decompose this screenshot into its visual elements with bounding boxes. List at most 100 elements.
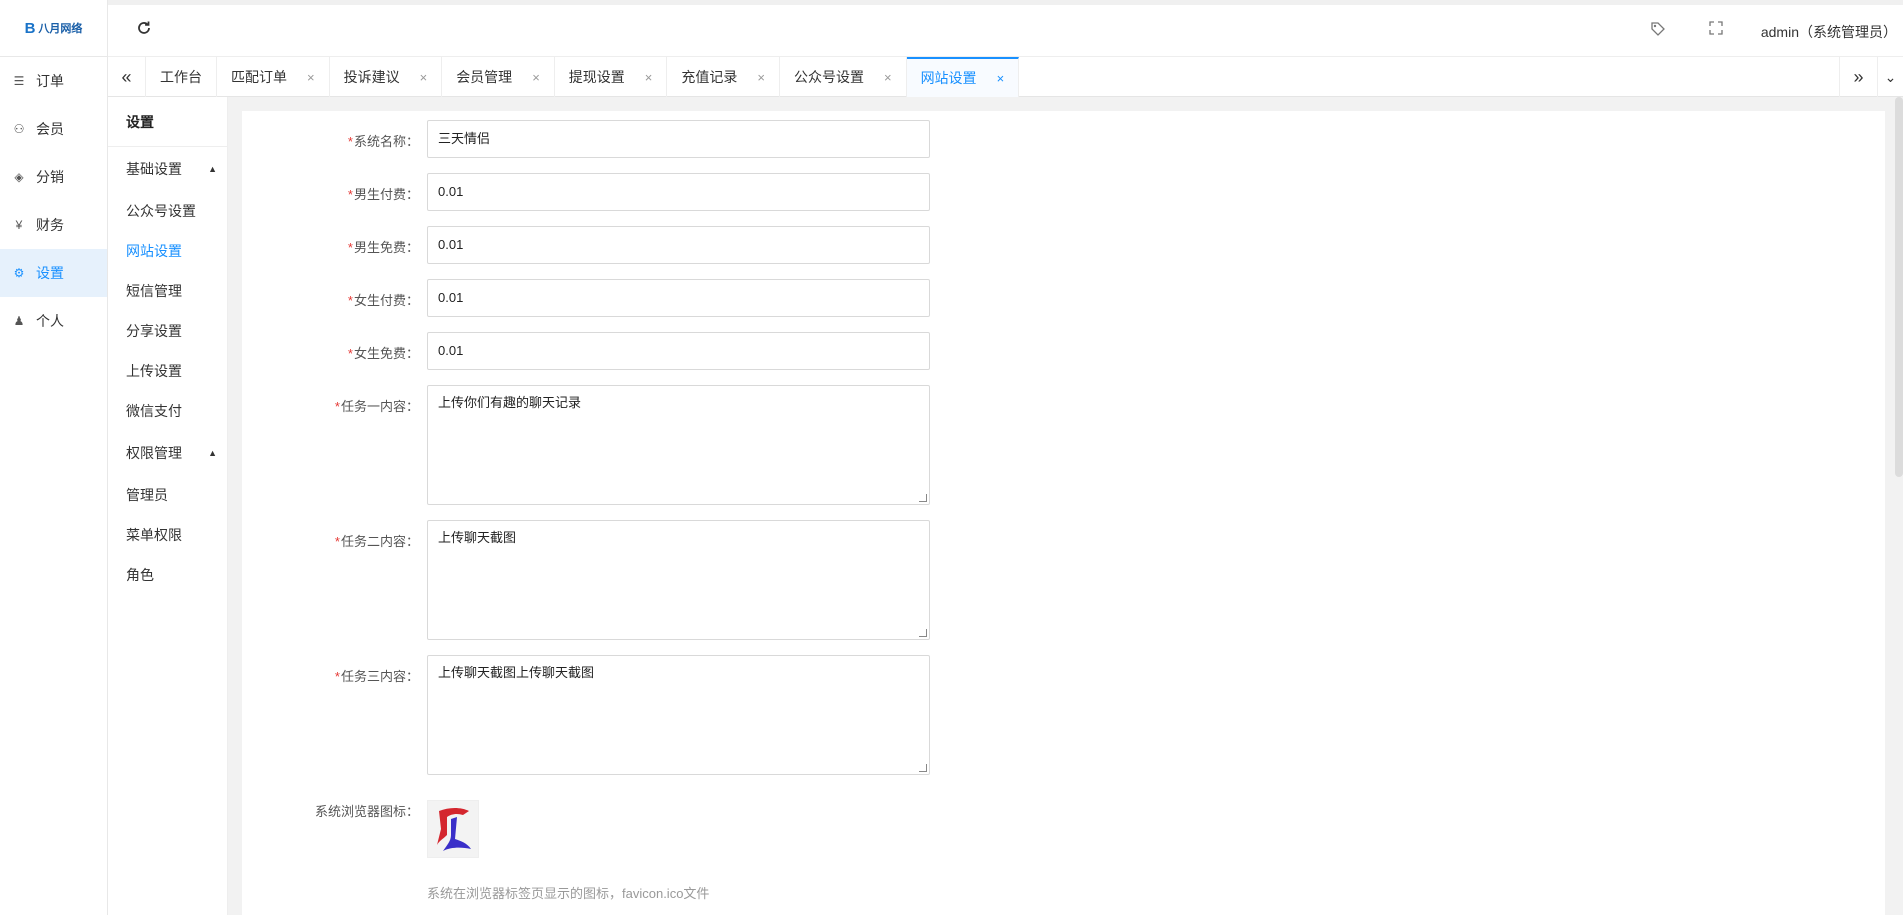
close-icon[interactable]: ×: [645, 70, 653, 85]
favicon-hint: 系统在浏览器标签页显示的图标，favicon.ico文件: [427, 886, 710, 901]
female-free-input[interactable]: 0.01: [427, 332, 930, 370]
gear-icon: ⚙: [13, 266, 25, 280]
tab-4[interactable]: 提现设置 ×: [555, 57, 668, 97]
tab-0[interactable]: 工作台: [146, 57, 217, 97]
female-paid-label: *女生付费：: [347, 293, 419, 308]
refresh-icon[interactable]: [136, 20, 152, 41]
close-icon[interactable]: ×: [532, 70, 540, 85]
settings-group-label: 权限管理: [126, 445, 182, 461]
female-free-label: *女生免费：: [347, 346, 419, 361]
nav-item-label: 设置: [36, 265, 64, 281]
close-icon[interactable]: ×: [307, 70, 315, 85]
main-sidebar: B 八月网络 ☰ 订单 ⚇ 会员 ◈ 分销 ¥ 财务 ⚙ 设置 ♟ 个人: [0, 0, 108, 915]
nav-item-label: 会员: [36, 121, 64, 137]
task1-value: 上传你们有趣的聊天记录: [438, 395, 582, 410]
logo-mark: B: [24, 19, 36, 37]
fullscreen-icon[interactable]: [1709, 21, 1723, 38]
tab-scroll-right-icon[interactable]: »: [1839, 57, 1877, 97]
tab-label: 会员管理: [456, 69, 513, 85]
nav-item-1[interactable]: ⚇ 会员: [0, 105, 107, 153]
male-free-input[interactable]: 0.01: [427, 226, 930, 264]
nav-item-label: 订单: [36, 73, 64, 89]
male-paid-input[interactable]: 0.01: [427, 173, 930, 211]
nav-item-0[interactable]: ☰ 订单: [0, 57, 107, 105]
settings-group-0[interactable]: 基础设置 ▲: [108, 147, 227, 191]
system-name-input[interactable]: 三天情侣: [427, 120, 930, 158]
settings-item[interactable]: 分享设置: [108, 311, 227, 351]
tab-bar: « 工作台 匹配订单 × 投诉建议 × 会员管理 × 提现设置 × 充值记录 × 公众号设置 × 网站设置…: [108, 57, 1903, 97]
content-area: 设置 基础设置 ▲ 公众号设置 网站设置 短信管理 分享设置 上传设置 微信支付权限管理 ▲ 管理…: [108, 97, 1903, 915]
tab-3[interactable]: 会员管理 ×: [442, 57, 555, 97]
user-menu[interactable]: admin（系统管理员）: [1761, 22, 1897, 42]
tab-scroll-left-icon[interactable]: «: [108, 57, 146, 97]
settings-title: 设置: [108, 97, 227, 147]
tab-label: 投诉建议: [343, 69, 400, 85]
tab-2[interactable]: 投诉建议 ×: [330, 57, 443, 97]
nav-item-label: 财务: [36, 217, 64, 233]
task1-label: *任务一内容：: [334, 399, 419, 414]
tab-list: 工作台 匹配订单 × 投诉建议 × 会员管理 × 提现设置 × 充值记录 × 公众号设置 × 网站设置 ×: [146, 57, 1020, 97]
list-icon: ☰: [13, 74, 25, 88]
tab-5[interactable]: 充值记录 ×: [667, 57, 780, 97]
tab-7[interactable]: 网站设置 ×: [906, 57, 1020, 97]
tab-label: 提现设置: [568, 69, 625, 85]
logo[interactable]: B 八月网络: [0, 0, 107, 57]
tab-label: 匹配订单: [231, 69, 287, 85]
page-scrollbar[interactable]: [1895, 97, 1903, 477]
task3-label: *任务三内容：: [334, 669, 419, 684]
nav-item-4[interactable]: ⚙ 设置: [0, 249, 107, 297]
yen-icon: ¥: [15, 218, 23, 232]
tag-icon[interactable]: [1650, 21, 1666, 40]
settings-item[interactable]: 上传设置: [108, 351, 227, 391]
tab-1[interactable]: 匹配订单 ×: [217, 57, 330, 97]
favicon-preview[interactable]: [427, 800, 479, 858]
website-settings-form: *系统名称： 三天情侣 *男生付费： 0.01 *男生免费： 0.01 *女生付…: [242, 111, 1885, 915]
settings-item[interactable]: 菜单权限: [108, 515, 227, 555]
task3-value: 上传聊天截图上传聊天截图: [438, 665, 595, 680]
tab-6[interactable]: 公众号设置 ×: [780, 57, 907, 97]
task2-textarea[interactable]: 上传聊天截图: [427, 520, 930, 640]
system-name-label: *系统名称：: [347, 134, 419, 149]
resize-handle-icon[interactable]: [919, 494, 927, 502]
settings-item[interactable]: 网站设置: [108, 231, 227, 271]
layers-icon: ◈: [14, 170, 24, 184]
settings-group-label: 基础设置: [126, 161, 182, 177]
settings-item[interactable]: 短信管理: [108, 271, 227, 311]
caret-up-icon: ▲: [208, 448, 217, 458]
resize-handle-icon[interactable]: [919, 629, 927, 637]
close-icon[interactable]: ×: [420, 70, 428, 85]
settings-item[interactable]: 管理员: [108, 475, 227, 515]
nav-item-5[interactable]: ♟ 个人: [0, 297, 107, 345]
tab-label: 网站设置: [920, 70, 977, 86]
user-icon: ⚇: [13, 122, 25, 136]
main-nav: ☰ 订单 ⚇ 会员 ◈ 分销 ¥ 财务 ⚙ 设置 ♟ 个人: [0, 57, 107, 345]
settings-item[interactable]: 公众号设置: [108, 191, 227, 231]
resize-handle-icon[interactable]: [919, 764, 927, 772]
settings-sidebar: 设置 基础设置 ▲ 公众号设置 网站设置 短信管理 分享设置 上传设置 微信支付权限管理 ▲ 管理…: [108, 97, 228, 915]
nav-item-2[interactable]: ◈ 分销: [0, 153, 107, 201]
task2-label: *任务二内容：: [334, 534, 419, 549]
settings-item[interactable]: 微信支付: [108, 391, 227, 431]
person-icon: ♟: [13, 314, 25, 328]
tab-label: 工作台: [160, 69, 202, 85]
task1-textarea[interactable]: 上传你们有趣的聊天记录: [427, 385, 930, 505]
tab-label: 充值记录: [681, 69, 738, 85]
favicon-label: 系统浏览器图标：: [314, 804, 419, 819]
male-paid-label: *男生付费：: [347, 187, 419, 202]
nav-item-label: 个人: [36, 313, 64, 329]
close-icon[interactable]: ×: [997, 71, 1005, 86]
male-free-label: *男生免费：: [347, 240, 419, 255]
nav-item-3[interactable]: ¥ 财务: [0, 201, 107, 249]
close-icon[interactable]: ×: [757, 70, 765, 85]
female-paid-input[interactable]: 0.01: [427, 279, 930, 317]
close-icon[interactable]: ×: [884, 70, 892, 85]
task2-value: 上传聊天截图: [438, 530, 517, 545]
task3-textarea[interactable]: 上传聊天截图上传聊天截图: [427, 655, 930, 775]
favicon-logo-icon: [437, 808, 471, 851]
settings-item[interactable]: 角色: [108, 555, 227, 595]
nav-item-label: 分销: [36, 169, 64, 185]
settings-group-1[interactable]: 权限管理 ▲: [108, 431, 227, 475]
chevron-down-icon[interactable]: ⌄: [1877, 57, 1903, 97]
settings-nav: 基础设置 ▲ 公众号设置 网站设置 短信管理 分享设置 上传设置 微信支付权限管理 ▲ 管理员 菜单…: [108, 147, 227, 595]
caret-up-icon: ▲: [208, 164, 217, 174]
